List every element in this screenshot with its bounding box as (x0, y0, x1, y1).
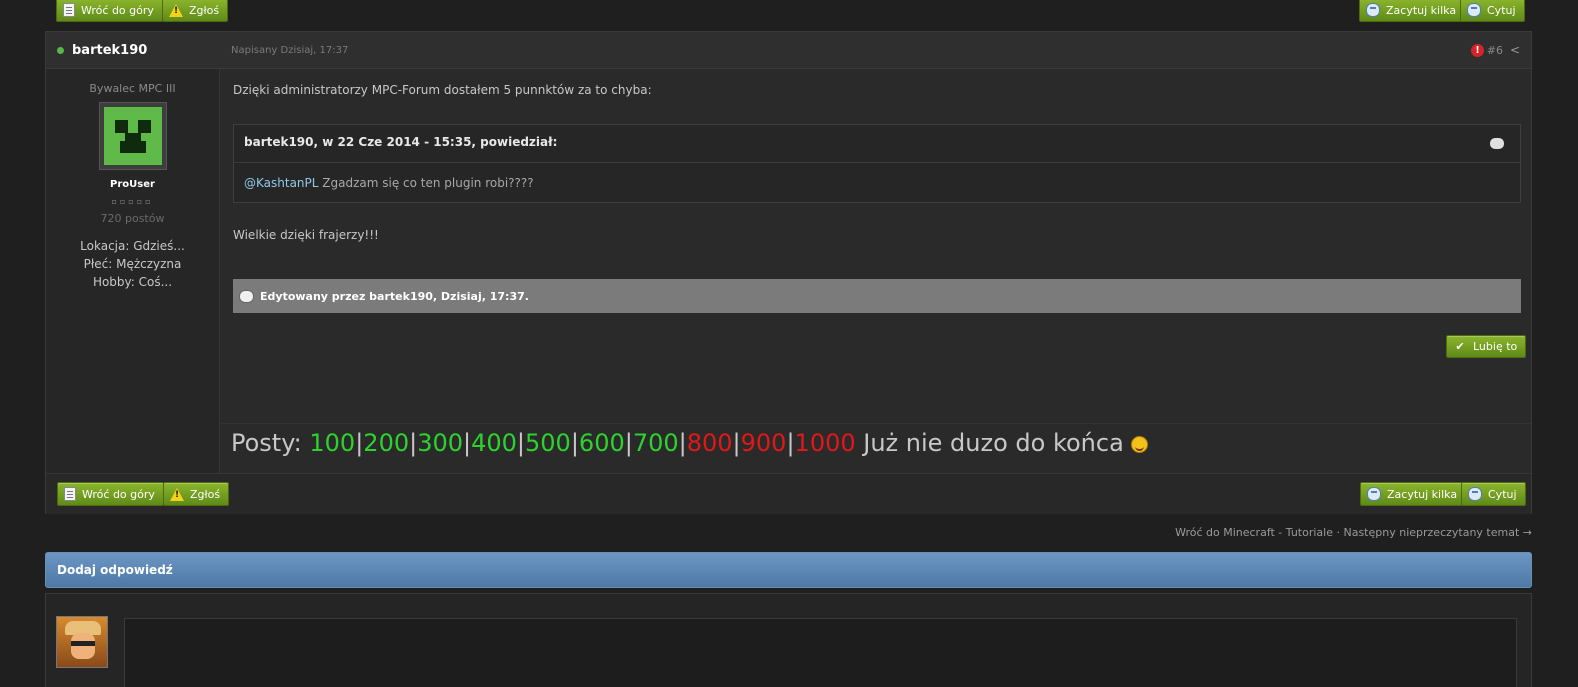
smiley-icon (1131, 435, 1149, 453)
online-status-icon (57, 47, 64, 54)
back-to-top-label: Wróć do góry (82, 487, 155, 501)
topic-navigation: Wróć do Minecraft - Tutoriale · Następny… (1175, 526, 1532, 539)
nav-separator: · (1332, 526, 1344, 539)
sig-sep: | (678, 429, 687, 457)
user-mention-link[interactable]: @KashtanPL (244, 176, 318, 190)
document-icon (63, 3, 75, 17)
quote-icon (1467, 3, 1481, 17)
back-to-top-button[interactable]: Wróć do góry (56, 0, 163, 22)
reply-title: Dodaj odpowiedź (57, 563, 173, 577)
multiquote-label: Zacytuj kilka (1386, 3, 1457, 17)
avatar[interactable] (98, 102, 167, 170)
back-to-top-label: Wróć do góry (81, 3, 154, 17)
profile-hobby: Hobby: Coś... (92, 275, 173, 289)
multiquote-button[interactable]: Zacytuj kilka (1360, 482, 1467, 506)
sig-value: 300 (417, 429, 464, 457)
report-button[interactable]: Zgłoś (162, 0, 229, 22)
edited-text: Edytowany przez bartek190, Dzisiaj, 17:3… (260, 289, 529, 303)
post-count: 720 postów (100, 212, 165, 225)
quote-label: Cytuj (1488, 487, 1517, 501)
quote-icon (1468, 487, 1482, 501)
post-text-1: Dzięki administratorzy MPC-Forum dostałe… (233, 83, 652, 97)
sig-value: 800 (686, 429, 733, 457)
user-group: ProUser (110, 179, 155, 190)
document-icon (64, 487, 76, 501)
sig-value: 900 (740, 429, 787, 457)
quote-bubble-icon[interactable] (1490, 138, 1504, 149)
rank-title: Bywalec MPC III (89, 82, 176, 95)
multiquote-label: Zacytuj kilka (1387, 487, 1458, 501)
warning-icon (170, 487, 184, 501)
multiquote-button[interactable]: Zacytuj kilka (1359, 0, 1466, 22)
back-to-forum-link[interactable]: Wróć do Minecraft - Tutoriale (1175, 526, 1333, 539)
profile-gender: Płeć: Mężczyzna (83, 257, 182, 271)
edited-notice: Edytowany przez bartek190, Dzisiaj, 17:3… (233, 279, 1521, 313)
report-label: Zgłoś (189, 3, 220, 17)
quote-header: bartek190, w 22 Cze 2014 - 15:35, powied… (234, 125, 1520, 163)
current-user-avatar (56, 616, 108, 668)
quote-label: Cytuj (1487, 3, 1516, 17)
back-to-top-button[interactable]: Wróć do góry (57, 482, 164, 506)
sig-suffix: Już nie duzo do końca (855, 429, 1124, 457)
sig-value: 100 (309, 429, 356, 457)
post-content: Dzięki administratorzy MPC-Forum dostałe… (221, 69, 1531, 473)
author-sidebar: Bywalec MPC III ProUser ▫▫▫▫▫ 720 postów… (46, 69, 220, 473)
quote-body: @KashtanPL Zgadzam się co ten plugin rob… (234, 163, 1520, 203)
reply-editor[interactable] (124, 618, 1517, 687)
sig-sep: | (516, 429, 526, 457)
report-alert-icon[interactable]: ! (1471, 44, 1484, 57)
warning-icon (169, 3, 183, 17)
sig-value: 400 (471, 429, 517, 457)
rank-pips: ▫▫▫▫▫ (111, 197, 154, 206)
forum-post: bartek190 Napisany Dzisiaj, 17:37 ! #6 <… (45, 31, 1532, 514)
sig-value: 600 (578, 429, 625, 457)
post-date: Napisany Dzisiaj, 17:37 (231, 45, 349, 56)
post-header: bartek190 Napisany Dzisiaj, 17:37 ! #6 < (46, 32, 1531, 69)
post-text-2: Wielkie dzięki frajerzy!!! (233, 228, 379, 242)
sig-prefix: Posty: (231, 429, 310, 457)
reply-box (45, 593, 1532, 687)
next-unread-topic-link[interactable]: Następny nieprzeczytany temat → (1343, 526, 1532, 539)
quote-header-text: bartek190, w 22 Cze 2014 - 15:35, powied… (244, 135, 558, 149)
sig-value: 500 (525, 429, 571, 457)
sig-sep: | (463, 429, 472, 457)
sig-sep: | (786, 429, 795, 457)
post-number[interactable]: #6 (1487, 44, 1503, 57)
profile-location: Lokacja: Gdzieś... (80, 239, 185, 253)
top-action-bar: Wróć do góry Zgłoś Zacytuj kilka Cytuj (45, 0, 1532, 26)
sig-value: 1000 (794, 429, 856, 457)
bottom-action-bar: Wróć do góry Zgłoś Zacytuj kilka Cytuj (46, 473, 1531, 514)
quote-button[interactable]: Cytuj (1461, 482, 1526, 506)
post-author[interactable]: bartek190 (72, 43, 147, 58)
quote-body-text: Zgadzam się co ten plugin robi???? (318, 176, 534, 190)
quote-button[interactable]: Cytuj (1460, 0, 1525, 22)
creeper-avatar-image (103, 107, 162, 165)
like-label: Lubię to (1473, 340, 1518, 353)
sig-value: 200 (363, 429, 410, 457)
sig-sep: | (409, 429, 418, 457)
multiquote-icon (1367, 487, 1381, 501)
sig-value: 700 (632, 429, 679, 457)
checkmark-icon: ✔ (1455, 340, 1465, 353)
report-button[interactable]: Zgłoś (163, 482, 230, 506)
multiquote-icon (1366, 3, 1380, 17)
edit-icon (239, 289, 254, 303)
share-icon[interactable]: < (1510, 44, 1522, 56)
reply-header: Dodaj odpowiedź (45, 552, 1532, 588)
sig-sep: | (570, 429, 579, 457)
sig-sep: | (624, 429, 633, 457)
like-button[interactable]: ✔ Lubię to (1446, 335, 1527, 358)
sig-sep: | (732, 429, 741, 457)
signature: Posty: 100|200|300|400|500|600|700|800|9… (221, 423, 1531, 473)
report-label: Zgłoś (190, 487, 221, 501)
quote-block: bartek190, w 22 Cze 2014 - 15:35, powied… (233, 124, 1521, 203)
